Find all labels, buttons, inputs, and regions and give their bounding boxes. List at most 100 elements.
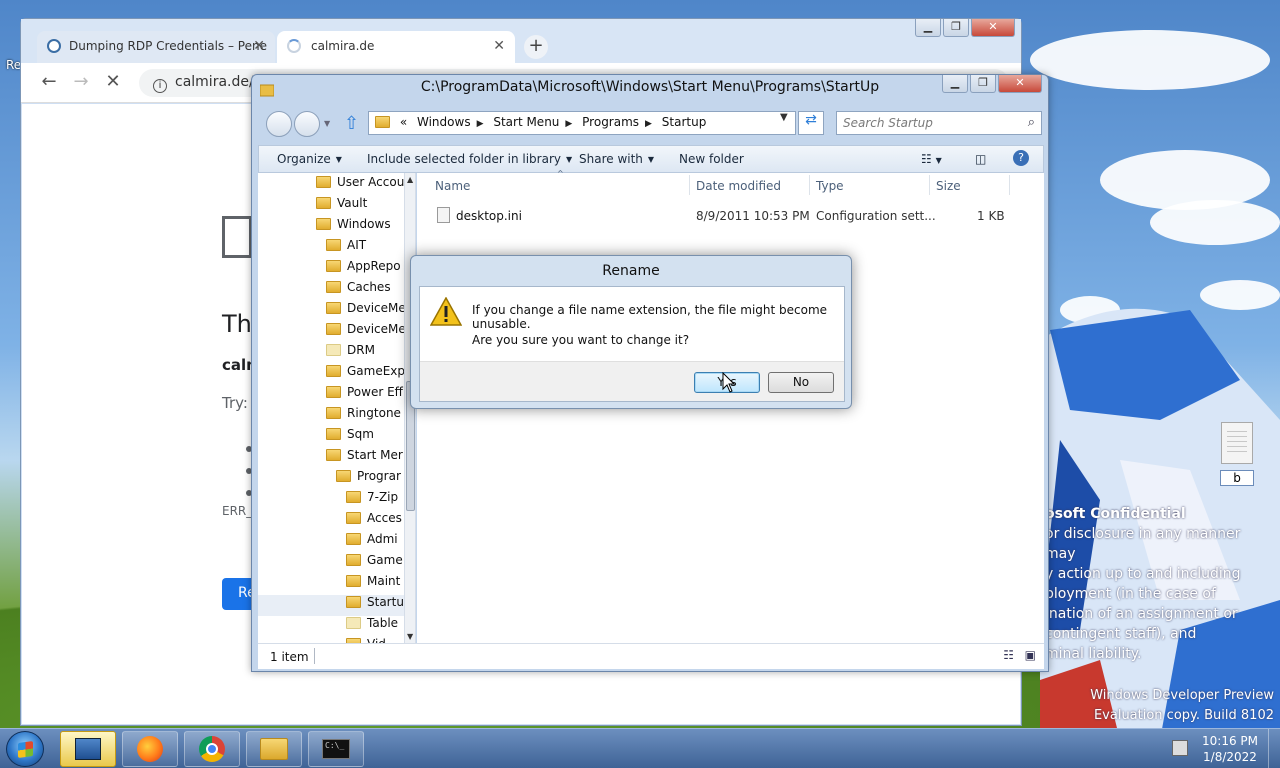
maximize-button[interactable]: ❐ [943, 19, 969, 37]
info-icon[interactable]: i [153, 79, 167, 93]
sidebar-item[interactable]: AppRepo [258, 259, 404, 280]
desktop-icon-label[interactable]: Re [6, 58, 21, 72]
large-icons-view-icon[interactable]: ▣ [1025, 648, 1036, 662]
tab-calmira[interactable]: calmira.de ✕ [277, 31, 515, 63]
stop-loading-icon[interactable]: ✕ [101, 71, 125, 95]
watermark-line: ployment (in the case of [1045, 586, 1216, 602]
taskbar-explorer[interactable] [246, 731, 302, 767]
up-arrow-icon[interactable]: ⇧ [344, 113, 359, 134]
share-with-menu[interactable]: Share with ▼ [579, 152, 654, 166]
breadcrumb-item[interactable]: Windows [417, 115, 471, 129]
sidebar-item[interactable]: Acces [258, 511, 404, 532]
scroll-up-icon[interactable]: ▲ [407, 175, 413, 184]
start-button[interactable] [6, 731, 44, 767]
maximize-button[interactable]: ❐ [970, 75, 996, 93]
taskbar-cmd[interactable]: C:\_ [308, 731, 364, 767]
minimize-button[interactable]: ▁ [915, 19, 941, 37]
tab-close-icon[interactable]: ✕ [253, 38, 265, 54]
sidebar-item[interactable]: Table [258, 616, 404, 637]
organize-menu[interactable]: Organize ▼ [277, 152, 342, 166]
folder-icon [375, 116, 390, 128]
action-center-flag-icon[interactable] [1172, 740, 1188, 756]
taskbar-rdp[interactable] [60, 731, 116, 767]
taskbar-firefox[interactable] [122, 731, 178, 767]
preview-pane-icon[interactable]: ◫ [975, 152, 986, 166]
refresh-icon[interactable]: ⇄ [798, 111, 824, 135]
address-dropdown-icon[interactable]: ▼ [780, 112, 788, 123]
close-button[interactable]: ✕ [998, 75, 1042, 93]
scroll-down-icon[interactable]: ▼ [407, 632, 413, 641]
recent-pages-icon[interactable]: ▼ [324, 119, 330, 128]
sidebar-item[interactable]: Admi [258, 532, 404, 553]
column-divider[interactable] [929, 175, 930, 195]
sidebar-item[interactable]: AIT [258, 238, 404, 259]
view-options-icon[interactable]: ☷ ▼ [921, 152, 942, 166]
column-date-modified[interactable]: Date modified [696, 179, 781, 193]
sidebar-item[interactable]: Caches [258, 280, 404, 301]
column-type[interactable]: Type [816, 179, 844, 193]
address-row: ▼ ⇧ « Windows ▶ Start Menu ▶ Programs ▶ Sta… [252, 105, 1048, 141]
status-bar: 1 item ☷ ▣ [258, 643, 1044, 669]
sidebar-item[interactable]: Vault [258, 196, 404, 217]
sidebar-item[interactable]: User Accou [258, 175, 404, 196]
column-divider[interactable] [1009, 175, 1010, 195]
chevron-right-icon[interactable]: ▶ [565, 119, 572, 129]
sidebar-item[interactable]: DeviceMe [258, 301, 406, 322]
sidebar-item[interactable]: Prograr [258, 469, 404, 490]
sidebar-item[interactable]: Windows [258, 217, 404, 238]
tab-close-icon[interactable]: ✕ [493, 38, 505, 54]
close-button[interactable]: ✕ [971, 19, 1015, 37]
dialog-body: If you change a file name extension, the… [419, 286, 845, 402]
help-icon[interactable]: ? [1013, 150, 1029, 166]
breadcrumb-item[interactable]: Programs [582, 115, 639, 129]
column-size[interactable]: Size [936, 179, 961, 193]
navigation-pane: User Accou Vault Windows AIT AppRepo Caches De… [258, 173, 416, 643]
breadcrumb[interactable]: « Windows ▶ Start Menu ▶ Programs ▶ Startup [368, 111, 796, 135]
breadcrumb-item[interactable]: Startup [662, 115, 707, 129]
breadcrumb-overflow[interactable]: « [400, 115, 407, 129]
warning-icon [430, 297, 462, 326]
file-size: 1 KB [977, 209, 1005, 223]
no-button[interactable]: No [768, 372, 834, 393]
include-in-library-menu[interactable]: Include selected folder in library ▼ [367, 152, 572, 166]
details-view-icon[interactable]: ☷ [1003, 648, 1014, 662]
sidebar-item[interactable]: Ringtone [258, 406, 404, 427]
sidebar-item[interactable]: Maint [258, 574, 404, 595]
new-folder-button[interactable]: New folder [679, 152, 744, 166]
sidebar-item[interactable]: DeviceMe [258, 322, 406, 343]
forward-button[interactable] [294, 111, 320, 137]
show-desktop-button[interactable] [1268, 729, 1280, 768]
back-button[interactable] [266, 111, 292, 137]
column-name[interactable]: Name [435, 179, 470, 193]
search-input[interactable]: Search Startup ⌕ [836, 111, 1042, 135]
chevron-right-icon[interactable]: ▶ [645, 119, 652, 129]
tab-dumping-rdp[interactable]: Dumping RDP Credentials – Pene ✕ [37, 31, 275, 63]
loading-spinner-icon [287, 39, 301, 53]
minimize-button[interactable]: ▁ [942, 75, 968, 93]
column-divider[interactable] [689, 175, 690, 195]
window-controls: ▁ ❐ ✕ [913, 19, 1015, 37]
sidebar-item[interactable]: Game [258, 553, 404, 574]
new-tab-button[interactable]: + [524, 35, 548, 59]
sidebar-item[interactable]: Startu [258, 595, 404, 616]
divider [314, 648, 315, 664]
sidebar-item[interactable]: Power Eff [258, 385, 404, 406]
forward-arrow-icon[interactable]: → [69, 71, 93, 95]
column-divider[interactable] [809, 175, 810, 195]
sidebar-item[interactable]: DRM [258, 343, 404, 364]
back-arrow-icon[interactable]: ← [37, 71, 61, 95]
folder-icon [326, 386, 341, 398]
sidebar-item[interactable]: Start Mer [258, 448, 404, 469]
breadcrumb-item[interactable]: Start Menu [493, 115, 559, 129]
taskbar-chrome[interactable] [184, 731, 240, 767]
sidebar-item[interactable]: GameExp [258, 364, 405, 385]
desktop-file-icon[interactable]: b [1208, 422, 1266, 486]
chevron-right-icon[interactable]: ▶ [477, 119, 484, 129]
sidebar-item[interactable]: 7-Zip [258, 490, 404, 511]
search-icon[interactable]: ⌕ [1028, 115, 1035, 130]
folder-icon [346, 596, 361, 608]
file-name[interactable]: desktop.ini [456, 209, 522, 223]
sidebar-item[interactable]: Sqm [258, 427, 404, 448]
system-clock[interactable]: 10:16 PM 1/8/2022 [1198, 733, 1262, 765]
desktop-file-label[interactable]: b [1220, 470, 1254, 486]
